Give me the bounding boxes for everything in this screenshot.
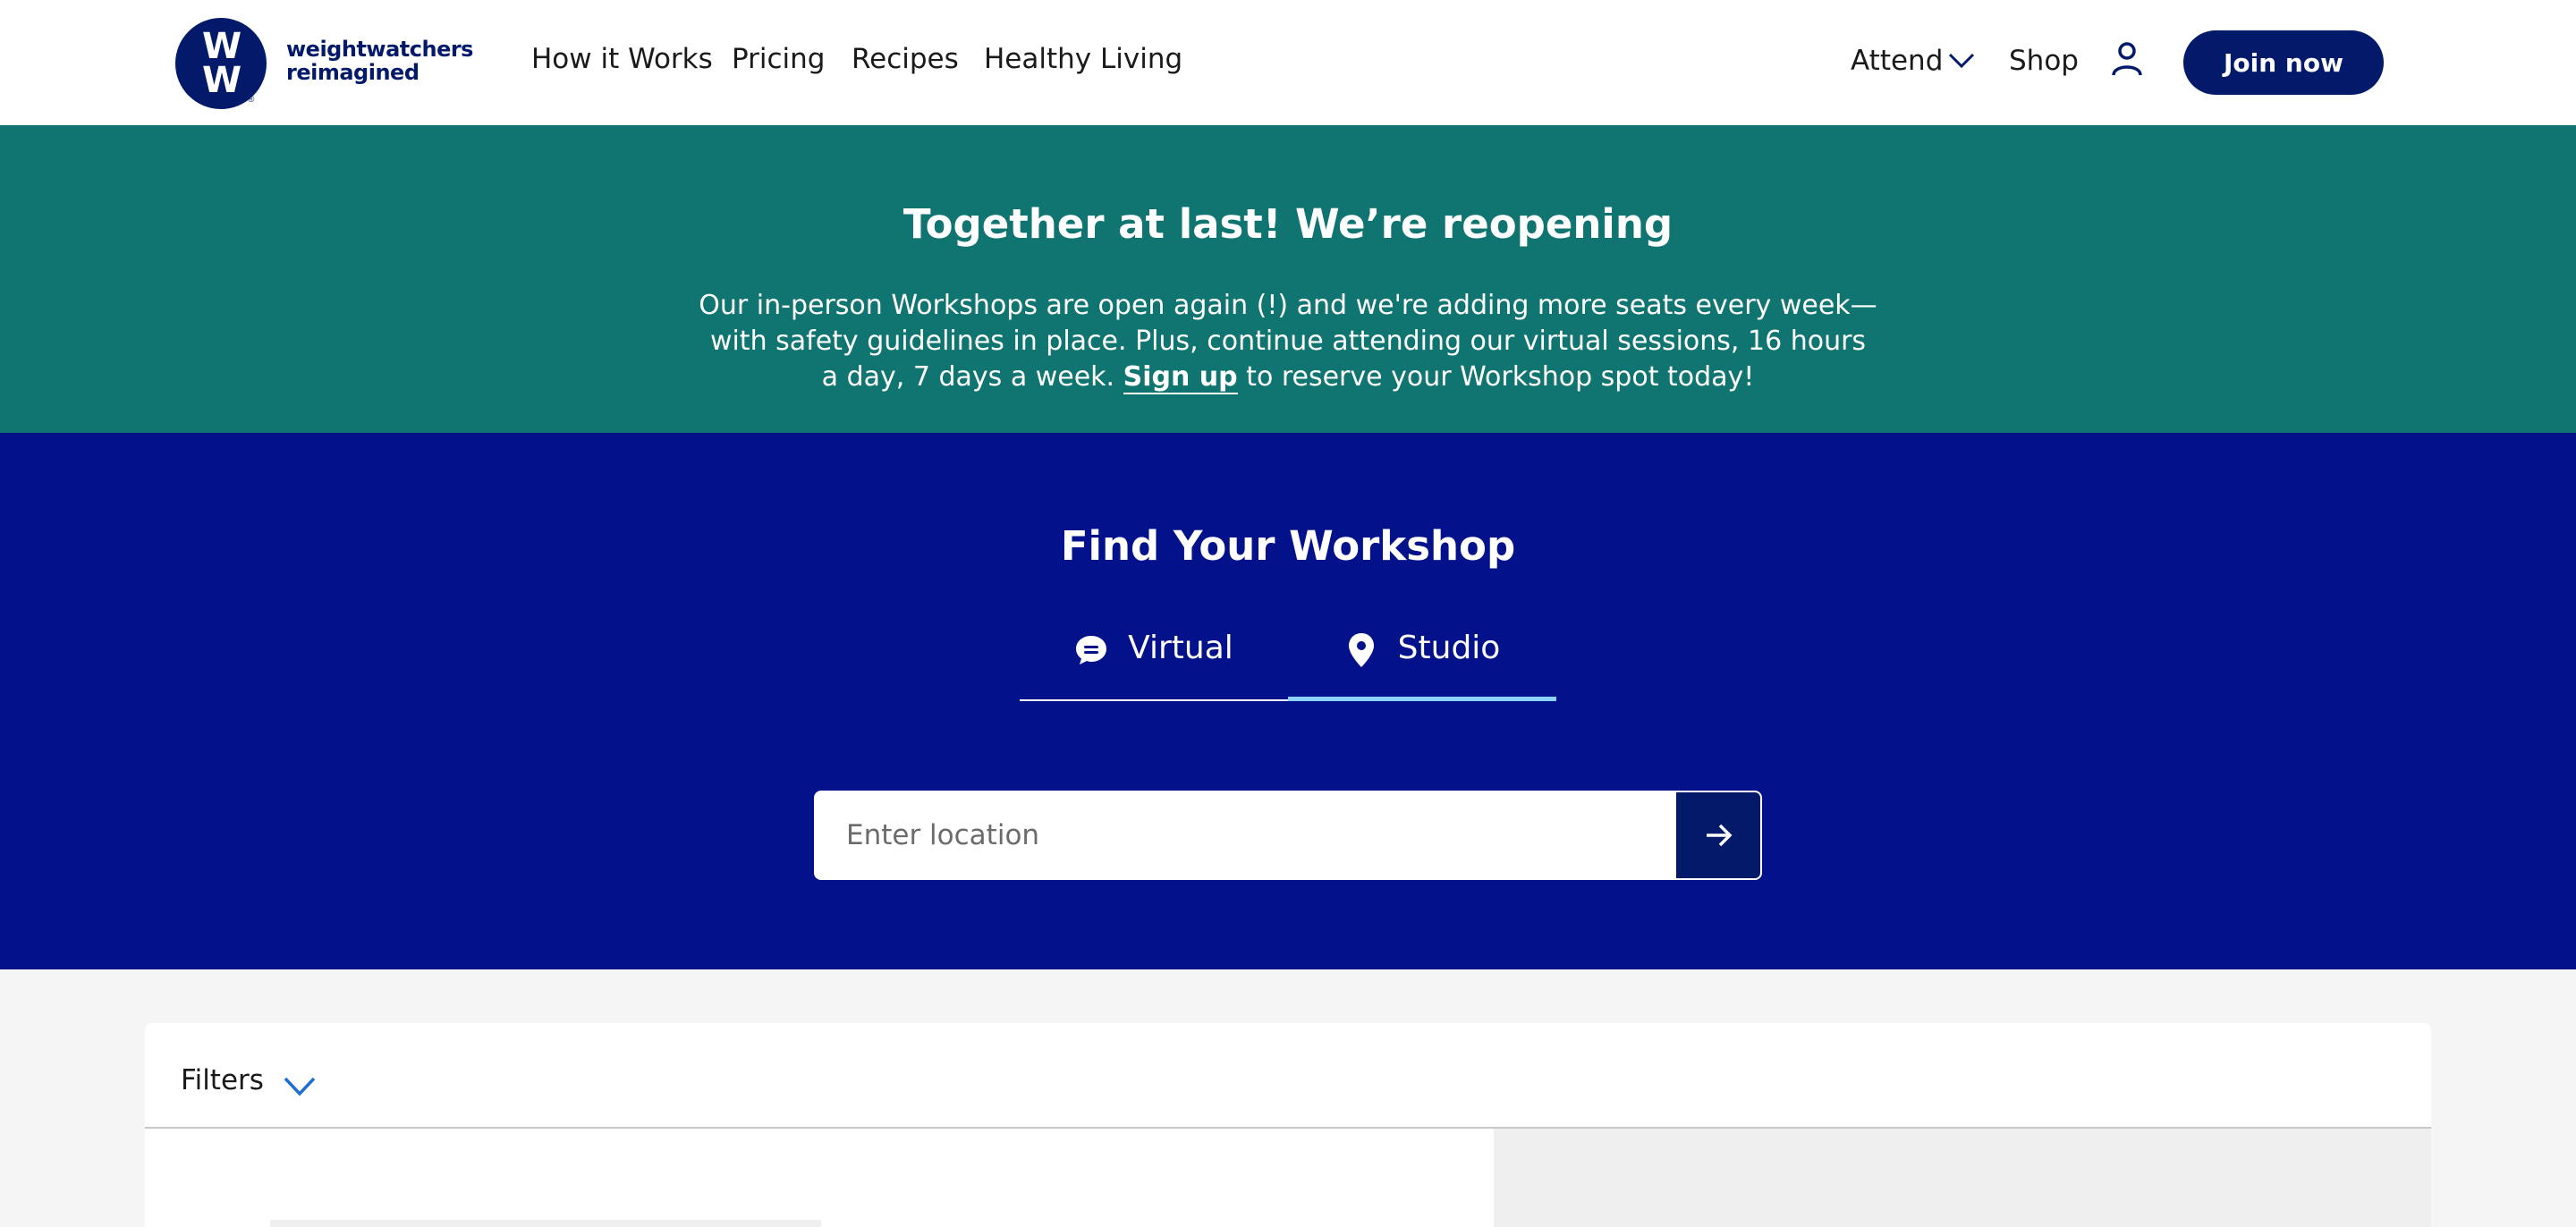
nav-pricing[interactable]: Pricing	[732, 43, 826, 75]
nav-how-it-works[interactable]: How it Works	[531, 43, 713, 75]
chevron-down-icon[interactable]	[283, 1075, 317, 1098]
logo-wordmark-line2: reimagined	[286, 60, 419, 85]
banner-text-end: to reserve your Workshop spot today!	[1237, 361, 1755, 393]
find-workshop-section: Find Your Workshop Virtual Studio	[0, 433, 2576, 969]
user-account-icon[interactable]	[2111, 41, 2143, 77]
search-submit-button[interactable]	[1676, 792, 1760, 878]
logo-mark: WW	[201, 26, 242, 101]
chat-bubble-icon	[1076, 636, 1107, 664]
tab-virtual[interactable]: Virtual	[1020, 630, 1288, 701]
nav-attend[interactable]: Attend	[1851, 45, 1943, 77]
tab-virtual-label: Virtual	[1128, 630, 1233, 666]
reopening-banner: Together at last! We’re reopening Our in…	[0, 125, 2576, 433]
banner-text: Our in-person Workshops are open again (…	[698, 288, 1878, 395]
logo-wordmark-line1: weightwatchers	[286, 37, 473, 62]
filters-bar[interactable]: Filters	[145, 1023, 2431, 1129]
location-input[interactable]	[816, 792, 1676, 878]
nav-recipes[interactable]: Recipes	[852, 43, 959, 75]
registered-mark: ®	[248, 95, 255, 105]
result-card-placeholder	[270, 1220, 821, 1227]
banner-title: Together at last! We’re reopening	[902, 200, 1674, 248]
tab-studio[interactable]: Studio	[1288, 630, 1556, 701]
results-list	[145, 1129, 1494, 1227]
arrow-right-icon	[1707, 824, 1733, 847]
finder-title: Find Your Workshop	[1060, 522, 1516, 570]
join-now-button[interactable]: Join now	[2183, 30, 2384, 95]
map-panel	[1494, 1129, 2431, 1227]
nav-shop[interactable]: Shop	[2009, 45, 2079, 77]
location-search	[814, 791, 1762, 880]
logo-wordmark[interactable]: weightwatchers reimagined	[286, 38, 473, 84]
site-header: WW ® weightwatchers reimagined How it Wo…	[0, 0, 2576, 125]
nav-healthy-living[interactable]: Healthy Living	[984, 43, 1182, 75]
sign-up-link[interactable]: Sign up	[1123, 361, 1238, 394]
filters-label: Filters	[181, 1064, 264, 1096]
chevron-down-icon[interactable]	[1948, 52, 1975, 70]
map-pin-icon	[1348, 633, 1374, 667]
tab-studio-label: Studio	[1397, 630, 1501, 666]
